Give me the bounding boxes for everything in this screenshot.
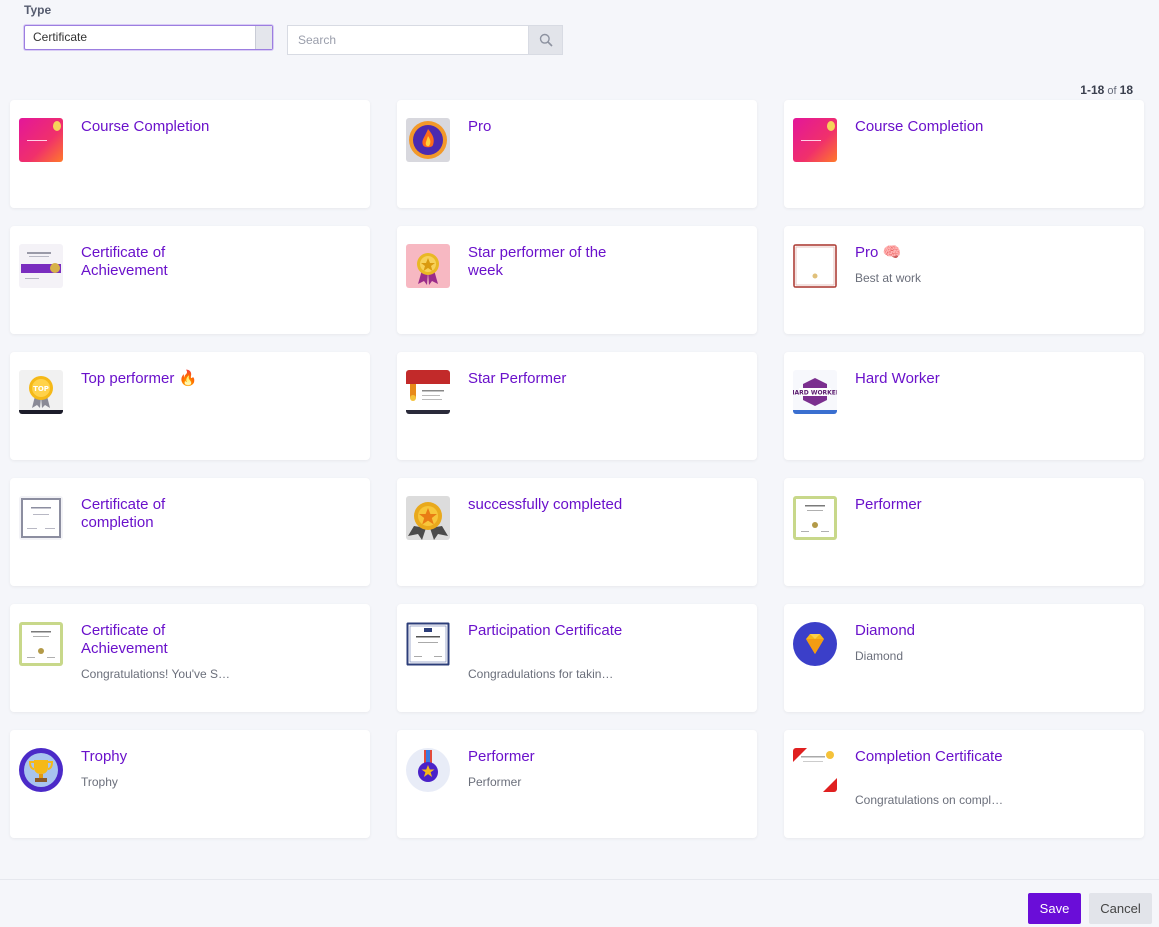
badge-title[interactable]: Participation Certificate (468, 622, 628, 640)
badge-card[interactable]: Star Performer (397, 352, 757, 460)
badge-title[interactable]: Star performer of the week (468, 244, 628, 280)
badge-card[interactable]: successfully completed (397, 478, 757, 586)
badge-card[interactable]: Completion Certificate Congratulations on… (784, 730, 1144, 838)
footer-bar (0, 879, 1159, 927)
save-button[interactable]: Save (1028, 893, 1081, 924)
badge-card[interactable]: Performer Performer (397, 730, 757, 838)
type-select-value: Certificate (33, 30, 88, 44)
pagination-total: 18 (1119, 83, 1133, 97)
badge-card[interactable]: Course Completion (784, 100, 1144, 208)
pagination-range: 1-18 (1080, 83, 1105, 97)
badge-title[interactable]: Top performer 🔥 (81, 370, 241, 388)
badge-title[interactable]: Performer (468, 748, 628, 766)
badge-description: Performer (468, 775, 522, 789)
badge-description: Congratulations on compl… (855, 793, 1004, 807)
badge-description: Congratulations! You've S… (81, 667, 231, 681)
green-border-certificate-icon (793, 496, 837, 540)
badge-title[interactable]: Diamond (855, 622, 1015, 640)
cancel-button[interactable]: Cancel (1089, 893, 1152, 924)
badge-title[interactable]: Performer (855, 496, 1015, 514)
svg-text:HARD WORKER: HARD WORKER (793, 390, 837, 397)
badge-card[interactable]: Participation Certificate Congradulations… (397, 604, 757, 712)
badge-card[interactable]: Pro 🧠 Best at work (784, 226, 1144, 334)
badge-description: Best at work (855, 271, 922, 285)
search-button[interactable] (528, 25, 563, 55)
type-filter-label: Type (24, 3, 52, 17)
badge-description: Diamond (855, 649, 904, 663)
badge-card[interactable]: Star performer of the week (397, 226, 757, 334)
pagination-of: of (1107, 85, 1117, 97)
purple-ribbon-certificate-icon (19, 244, 63, 288)
red-header-certificate-icon (406, 370, 450, 414)
search-icon (539, 33, 553, 47)
pink-gradient-certificate-icon (19, 118, 63, 162)
blue-border-certificate-icon (406, 622, 450, 666)
badge-title[interactable]: Star Performer (468, 370, 628, 388)
badge-card[interactable]: Diamond Diamond (784, 604, 1144, 712)
badge-description: Trophy (81, 775, 118, 789)
badge-title[interactable]: Pro 🧠 (855, 244, 1015, 262)
star-medal-icon (406, 244, 450, 288)
badge-title[interactable]: Trophy (81, 748, 241, 766)
trophy-badge-icon (19, 748, 63, 792)
badge-card[interactable]: Course Completion (10, 100, 370, 208)
badge-card[interactable]: TOP Top performer 🔥 (10, 352, 370, 460)
badge-grid: Course Completion Pro Course Completion Cer… (10, 100, 1144, 838)
type-select[interactable]: Certificate (24, 25, 273, 50)
badge-title[interactable]: successfully completed (468, 496, 628, 514)
diamond-badge-icon (793, 622, 837, 666)
badge-card[interactable]: Certificate of Achievement (10, 226, 370, 334)
badge-card[interactable]: Performer (784, 478, 1144, 586)
green-border-certificate-icon (19, 622, 63, 666)
badge-title[interactable]: Certificate of Achievement (81, 244, 241, 280)
red-corner-certificate-icon (793, 748, 837, 792)
hard-worker-badge-icon: HARD WORKER (793, 370, 837, 414)
red-border-certificate-icon (793, 244, 837, 288)
medal-badge-icon (406, 748, 450, 792)
badge-title[interactable]: Certificate of Achievement (81, 622, 241, 658)
gold-star-ribbon-icon (406, 496, 450, 540)
badge-card[interactable]: HARD WORKER Hard Worker (784, 352, 1144, 460)
badge-card[interactable]: Trophy Trophy (10, 730, 370, 838)
badge-title[interactable]: Pro (468, 118, 628, 136)
svg-text:TOP: TOP (33, 385, 49, 393)
pagination-info: 1-18 of 18 (1080, 83, 1133, 97)
dropdown-arrow-icon[interactable] (255, 26, 272, 49)
badge-title[interactable]: Hard Worker (855, 370, 1015, 388)
badge-title[interactable]: Course Completion (855, 118, 1015, 136)
badge-card[interactable]: Certificate of completion (10, 478, 370, 586)
badge-card[interactable]: Pro (397, 100, 757, 208)
search-input[interactable] (287, 25, 529, 55)
flame-badge-icon (406, 118, 450, 162)
badge-title[interactable]: Course Completion (81, 118, 241, 136)
top-badge-icon: TOP (19, 370, 63, 414)
gray-border-certificate-icon (19, 496, 63, 540)
badge-card[interactable]: Certificate of Achievement Congratulation… (10, 604, 370, 712)
badge-title[interactable]: Certificate of completion (81, 496, 241, 532)
badge-description: Congradulations for takin… (468, 667, 614, 681)
pink-gradient-certificate-icon (793, 118, 837, 162)
badge-title[interactable]: Completion Certificate (855, 748, 1015, 766)
